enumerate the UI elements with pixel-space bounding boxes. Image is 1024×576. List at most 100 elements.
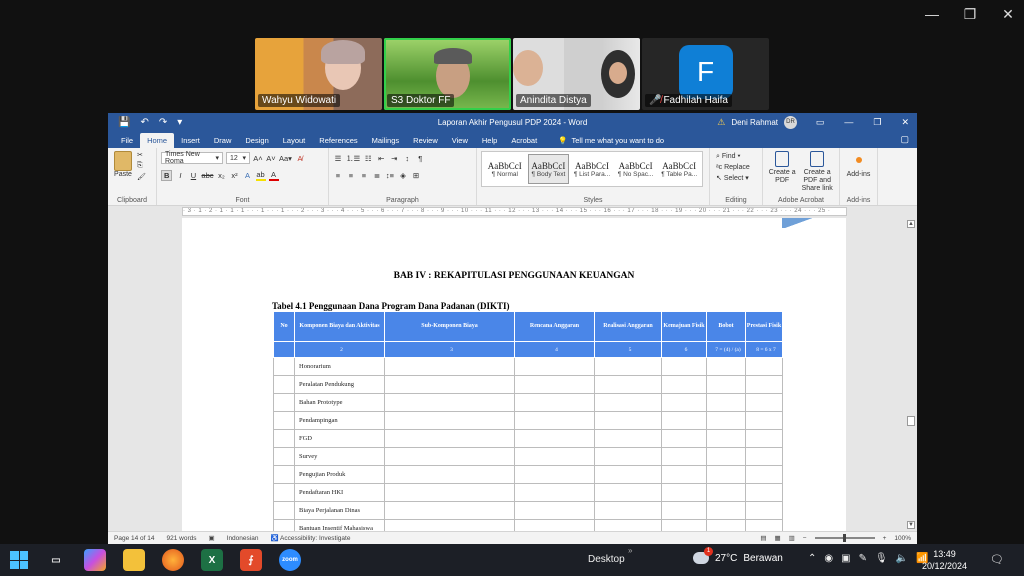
table-cell[interactable] [384, 501, 515, 520]
style-list-paragraph[interactable]: AaBbCcI ¶ List Para... [571, 154, 613, 184]
font-name-combo[interactable]: Times New Roma ▾ [161, 151, 223, 165]
ribbon-display-options-icon[interactable]: ▭ [816, 117, 825, 128]
table-cell[interactable] [384, 465, 515, 484]
table-cell[interactable] [273, 429, 295, 448]
table-cell[interactable] [514, 411, 595, 430]
tab-design[interactable]: Design [238, 133, 275, 148]
style-normal[interactable]: AaBbCcI ¶ Normal [484, 154, 526, 184]
video-tile[interactable]: Wahyu Widowati [255, 38, 382, 110]
table-cell[interactable] [706, 411, 746, 430]
tab-draw[interactable]: Draw [207, 133, 239, 148]
multilevel-list-icon[interactable]: ☷ [363, 154, 373, 163]
table-cell[interactable] [273, 519, 295, 531]
table-cell[interactable] [594, 375, 662, 394]
table-cell[interactable] [661, 519, 707, 531]
budget-component-cell[interactable]: Survey [294, 447, 385, 466]
tab-mailings[interactable]: Mailings [365, 133, 407, 148]
tab-references[interactable]: References [312, 133, 364, 148]
windows-start-icon[interactable] [10, 551, 28, 569]
zoom-out-icon[interactable]: − [803, 535, 807, 542]
tab-view[interactable]: View [445, 133, 475, 148]
word-count[interactable]: 921 words [166, 535, 196, 542]
table-cell[interactable] [594, 429, 662, 448]
addins-button[interactable]: Add-ins [844, 151, 873, 178]
zoom-in-icon[interactable]: + [883, 535, 887, 542]
underline-icon[interactable]: U [188, 171, 198, 180]
budget-component-cell[interactable]: Pendampingan [294, 411, 385, 430]
language[interactable]: Indonesian [227, 535, 259, 542]
table-cell[interactable] [384, 429, 515, 448]
task-view-icon[interactable]: ▭ [45, 549, 67, 571]
table-cell[interactable] [384, 375, 515, 394]
horizontal-ruler[interactable]: · 3 · 1 · 2 · 1 · 1 · 1 · · · 1 · · · 1 … [108, 206, 917, 217]
table-cell[interactable] [594, 411, 662, 430]
table-cell[interactable] [745, 447, 783, 466]
table-cell[interactable] [273, 465, 295, 484]
account-area[interactable]: ⚠ Deni Rahmat DR [717, 115, 797, 129]
table-cell[interactable] [273, 393, 295, 412]
scrollbar-thumb[interactable] [907, 416, 915, 426]
comments-icon[interactable]: ▢ [900, 134, 909, 145]
budget-component-cell[interactable]: Peralatan Pendukung [294, 375, 385, 394]
table-cell[interactable] [384, 357, 515, 376]
table-cell[interactable] [706, 519, 746, 531]
table-cell[interactable] [594, 501, 662, 520]
table-cell[interactable] [661, 483, 707, 502]
table-cell[interactable] [661, 465, 707, 484]
restore-button[interactable]: ❐ [962, 6, 978, 23]
change-case-icon[interactable]: Aa▾ [279, 154, 292, 163]
restore-icon[interactable]: ❐ [873, 117, 881, 128]
subscript-icon[interactable]: x₂ [217, 171, 227, 180]
table-cell[interactable] [384, 411, 515, 430]
bold-icon[interactable]: B [161, 169, 173, 181]
table-cell[interactable] [745, 411, 783, 430]
budget-component-cell[interactable]: Honorarium [294, 357, 385, 376]
scroll-down-icon[interactable]: ▼ [907, 521, 915, 529]
table-cell[interactable] [706, 429, 746, 448]
format-painter-icon[interactable]: 🖌 [137, 173, 146, 181]
firefox-icon[interactable] [162, 549, 184, 571]
copy-icon[interactable]: ⎘ [137, 162, 146, 170]
read-mode-icon[interactable]: ▤ [760, 534, 766, 542]
align-center-icon[interactable]: ≡ [346, 171, 356, 180]
document-area[interactable]: BAB IV : REKAPITULASI PENGGUNAAN KEUANGA… [108, 218, 917, 531]
minimize-icon[interactable]: — [844, 117, 853, 128]
table-cell[interactable] [706, 357, 746, 376]
budget-component-cell[interactable]: FGD [294, 429, 385, 448]
table-cell[interactable] [384, 483, 515, 502]
table-cell[interactable] [706, 483, 746, 502]
redo-icon[interactable]: ↷ [159, 117, 167, 128]
table-cell[interactable] [745, 375, 783, 394]
close-icon[interactable]: ✕ [901, 117, 909, 128]
create-pdf-button[interactable]: Create a PDF [767, 151, 797, 193]
pen-icon[interactable]: ✎ [859, 553, 867, 564]
tell-me-search[interactable]: 💡 Tell me what you want to do [554, 133, 668, 148]
table-cell[interactable] [661, 357, 707, 376]
table-cell[interactable] [706, 393, 746, 412]
table-cell[interactable] [273, 483, 295, 502]
tab-file[interactable]: File [114, 133, 140, 148]
table-cell[interactable] [661, 411, 707, 430]
table-cell[interactable] [594, 447, 662, 466]
style-no-spacing[interactable]: AaBbCcI ¶ No Spac... [615, 154, 657, 184]
table-cell[interactable] [745, 501, 783, 520]
table-cell[interactable] [514, 393, 595, 412]
table-cell[interactable] [661, 447, 707, 466]
strikethrough-icon[interactable]: abc [201, 171, 213, 180]
sort-icon[interactable]: ↕ [402, 154, 412, 163]
file-explorer-icon[interactable] [123, 549, 145, 571]
shrink-font-icon[interactable]: A˅ [266, 154, 276, 163]
tab-help[interactable]: Help [475, 133, 504, 148]
weather-widget[interactable]: 1 27°C Berawan [693, 547, 783, 564]
acrobat-icon[interactable]: ⨍ [240, 549, 262, 571]
table-cell[interactable] [745, 483, 783, 502]
table-cell[interactable] [273, 447, 295, 466]
budget-component-cell[interactable]: Pengujian Produk [294, 465, 385, 484]
borders-icon[interactable]: ⊞ [411, 171, 421, 180]
table-cell[interactable] [514, 465, 595, 484]
table-cell[interactable] [706, 501, 746, 520]
align-right-icon[interactable]: ≡ [359, 171, 369, 180]
clock[interactable]: 13:49 20/12/2024 [922, 548, 967, 572]
print-layout-icon[interactable]: ▦ [774, 534, 780, 542]
cut-icon[interactable]: ✂ [137, 151, 146, 159]
